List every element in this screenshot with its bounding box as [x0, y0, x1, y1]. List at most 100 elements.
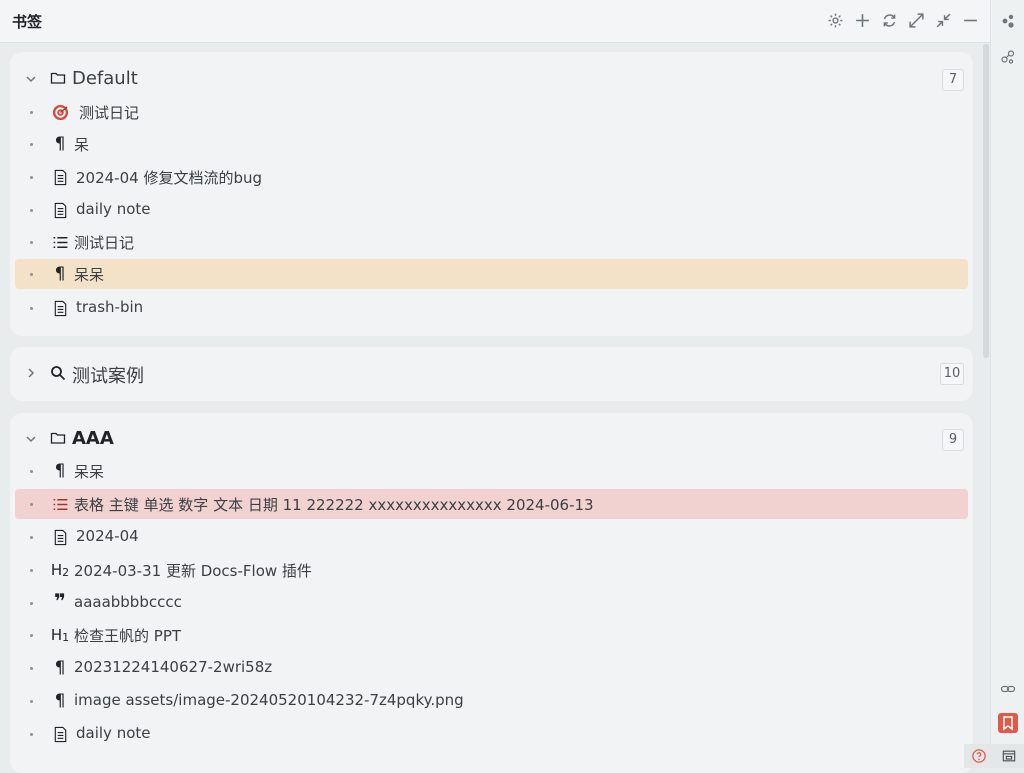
bookmark-label: image assets/image-20240520104232-7z4pqk… — [74, 691, 464, 709]
group-header[interactable]: 测试案例 10 — [10, 359, 973, 389]
graph-dots-icon[interactable] — [999, 12, 1017, 30]
chevron-down-icon[interactable] — [24, 72, 38, 86]
group-header[interactable]: AAA 9 — [10, 425, 973, 455]
group-header[interactable]: Default 7 — [10, 65, 973, 95]
document-icon — [51, 299, 69, 317]
bookmark-label: 测试日记 — [74, 234, 135, 252]
heading2-icon: H2 — [50, 561, 70, 579]
group-title: Default — [72, 68, 138, 89]
add-icon[interactable] — [852, 10, 872, 30]
bookmark-item[interactable]: ¶ 呆 — [15, 129, 968, 159]
link-icon[interactable] — [999, 680, 1017, 698]
bullet-dot — [30, 273, 33, 276]
group-count-badge: 10 — [940, 363, 964, 385]
panel-title: 书签 — [12, 13, 43, 31]
relation-graph-icon[interactable] — [999, 48, 1017, 66]
collapse-icon[interactable] — [933, 10, 953, 30]
bookmark-item[interactable]: 2024-04 — [15, 522, 968, 552]
scrollbar-thumb[interactable] — [983, 44, 989, 358]
bookmark-group-aaa: AAA 9 ¶ 呆呆 表格 主键 单选 数字 文本 日期 11 222222 x… — [10, 413, 973, 773]
bookmark-item[interactable]: 测试日记 — [15, 97, 968, 127]
bookmark-item[interactable]: ❞ aaaabbbbcccc — [15, 588, 968, 618]
bookmark-item[interactable]: H2 2024-03-31 更新 Docs-Flow 插件 — [15, 555, 968, 585]
list-icon — [51, 495, 69, 513]
group-count-badge: 9 — [942, 429, 964, 451]
bookmark-item[interactable]: H1 检查王帆的 PPT — [15, 620, 968, 650]
bookmark-label: 表格 主键 单选 数字 文本 日期 11 222222 xxxxxxxxxxxx… — [74, 496, 594, 514]
bookmark-label: 2024-04 — [76, 527, 139, 545]
bookmark-label: daily note — [76, 724, 151, 742]
document-icon — [51, 201, 69, 219]
refresh-icon[interactable] — [879, 10, 899, 30]
group-title: AAA — [72, 428, 114, 449]
bullet-dot — [30, 634, 33, 637]
paragraph-icon: ¶ — [54, 461, 66, 481]
bookmark-item[interactable]: 2024-04 修复文档流的bug — [15, 162, 968, 192]
paragraph-icon: ¶ — [54, 691, 66, 711]
settings-gear-icon[interactable] — [825, 10, 845, 30]
bookmark-item[interactable]: trash-bin — [15, 293, 968, 323]
chevron-right-icon[interactable] — [24, 366, 38, 380]
bullet-dot — [30, 667, 33, 670]
status-bar — [964, 744, 1024, 768]
bookmark-label: 测试日记 — [79, 104, 140, 122]
bullet-dot — [30, 733, 33, 736]
folder-icon — [50, 72, 66, 84]
minimize-icon[interactable] — [960, 10, 980, 30]
bookmark-item[interactable]: ¶ 20231224140627-2wri58z — [15, 653, 968, 683]
paragraph-icon: ¶ — [54, 658, 66, 678]
bookmark-label: aaaabbbbcccc — [74, 593, 182, 611]
group-title: 测试案例 — [72, 366, 144, 387]
folder-icon — [50, 432, 66, 444]
list-icon — [51, 233, 69, 251]
help-icon[interactable] — [972, 749, 986, 763]
bullet-dot — [30, 470, 33, 473]
document-icon — [51, 725, 69, 743]
group-count-badge: 7 — [942, 69, 964, 91]
bullet-dot — [30, 536, 33, 539]
scrollbar[interactable] — [982, 44, 990, 768]
bookmark-group-default: Default 7 测试日记 ¶ 呆 2024-04 修复文档流的bug dai… — [10, 52, 973, 336]
expand-icon[interactable] — [906, 10, 926, 30]
bookmark-label: 呆 — [74, 136, 90, 154]
bookmark-label: daily note — [76, 200, 151, 218]
search-icon — [51, 366, 66, 381]
bookmark-item-highlighted[interactable]: ¶ 呆呆 — [15, 259, 968, 289]
heading1-icon: H1 — [50, 626, 70, 644]
paragraph-icon: ¶ — [54, 264, 66, 284]
document-icon — [51, 168, 69, 186]
chevron-down-icon[interactable] — [24, 432, 38, 446]
dock-layout-icon[interactable] — [1002, 749, 1016, 763]
bullet-dot — [30, 602, 33, 605]
bullet-dot — [30, 176, 33, 179]
bullet-dot — [30, 569, 33, 572]
bookmark-group-test-cases: 测试案例 10 — [10, 347, 973, 401]
paragraph-icon: ¶ — [54, 134, 66, 154]
bookmark-icon[interactable] — [998, 713, 1018, 733]
bullet-dot — [30, 143, 33, 146]
bullet-dot — [30, 307, 33, 310]
bookmark-item[interactable]: 测试日记 — [15, 227, 968, 257]
bookmark-label: 2024-04 修复文档流的bug — [76, 169, 262, 187]
bookmark-label: 检查王帆的 PPT — [74, 627, 182, 645]
bullet-dot — [30, 209, 33, 212]
bookmark-label: 呆呆 — [74, 266, 105, 284]
bookmark-label: 2024-03-31 更新 Docs-Flow 插件 — [74, 562, 312, 580]
document-icon — [51, 528, 69, 546]
right-dock — [990, 0, 1024, 768]
bookmark-label: trash-bin — [76, 298, 144, 316]
bookmark-label: 呆呆 — [74, 463, 105, 481]
panel-titlebar: 书签 — [0, 0, 990, 43]
bookmark-item[interactable]: ¶ image assets/image-20240520104232-7z4p… — [15, 686, 968, 716]
bookmark-item-highlighted[interactable]: 表格 主键 单选 数字 文本 日期 11 222222 xxxxxxxxxxxx… — [15, 489, 968, 519]
bookmark-item[interactable]: ¶ 呆呆 — [15, 456, 968, 486]
bullet-dot — [30, 700, 33, 703]
bookmark-item[interactable]: daily note — [15, 719, 968, 749]
target-emoji-icon — [51, 103, 69, 121]
bookmark-item[interactable]: daily note — [15, 195, 968, 225]
bookmark-label: 20231224140627-2wri58z — [74, 658, 273, 676]
bullet-dot — [30, 241, 33, 244]
bullet-dot — [30, 111, 33, 114]
quote-icon: ❞ — [54, 589, 66, 613]
bullet-dot — [30, 503, 33, 506]
